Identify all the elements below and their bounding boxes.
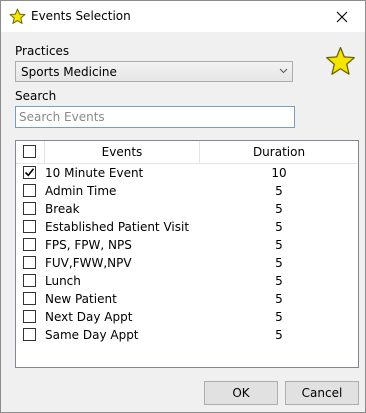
events-selection-dialog: Events Selection Practices Sports Medici…: [0, 0, 366, 413]
event-name: 10 Minute Event: [45, 166, 144, 180]
event-duration: 5: [275, 202, 283, 216]
row-checkbox[interactable]: [23, 202, 36, 215]
cancel-button[interactable]: Cancel: [285, 381, 359, 405]
event-duration: 5: [275, 184, 283, 198]
row-checkbox[interactable]: [23, 238, 36, 251]
checkmark-icon: [24, 168, 35, 177]
event-name: Lunch: [45, 274, 81, 288]
table-row[interactable]: New Patient 5: [16, 290, 358, 308]
table-header: Events Duration: [16, 141, 358, 164]
table-row[interactable]: Same Day Appt 5: [16, 326, 358, 344]
chevron-down-icon: [279, 68, 288, 74]
events-table: Events Duration 10 Minute Event 10 Admin…: [15, 140, 359, 368]
event-duration: 10: [271, 166, 287, 180]
event-duration: 5: [275, 238, 283, 252]
title-bar: Events Selection: [1, 1, 365, 32]
duration-column-label: Duration: [252, 145, 306, 159]
select-all-checkbox[interactable]: [23, 145, 36, 158]
event-name: Established Patient Visit: [45, 220, 190, 234]
event-name: FUV,FWW,NPV: [45, 256, 132, 270]
search-box: [15, 106, 295, 128]
table-row[interactable]: Lunch 5: [16, 272, 358, 290]
event-duration: 5: [275, 274, 283, 288]
row-checkbox[interactable]: [23, 310, 36, 323]
events-column-header[interactable]: Events: [45, 141, 200, 163]
star-icon: [9, 8, 26, 24]
event-duration: 5: [275, 220, 283, 234]
table-row[interactable]: Break 5: [16, 200, 358, 218]
row-checkbox[interactable]: [23, 220, 36, 233]
practices-dropdown[interactable]: Sports Medicine: [15, 61, 293, 82]
event-duration: 5: [275, 256, 283, 270]
event-duration: 5: [275, 292, 283, 306]
select-all-column: [16, 141, 45, 163]
practices-selected-value: Sports Medicine: [21, 65, 117, 79]
ok-button[interactable]: OK: [204, 381, 278, 405]
row-checkbox[interactable]: [23, 328, 36, 341]
event-duration: 5: [275, 328, 283, 342]
row-checkbox[interactable]: [23, 274, 36, 287]
table-row[interactable]: Admin Time 5: [16, 182, 358, 200]
close-icon: [336, 11, 348, 22]
practices-label: Practices: [15, 44, 70, 58]
event-name: Admin Time: [45, 184, 117, 198]
table-row[interactable]: FPS, FPW, NPS 5: [16, 236, 358, 254]
event-name: New Patient: [45, 292, 117, 306]
table-row[interactable]: 10 Minute Event 10: [16, 164, 358, 182]
row-checkbox[interactable]: [23, 292, 36, 305]
events-column-label: Events: [101, 145, 143, 159]
row-checkbox[interactable]: [23, 184, 36, 197]
row-checkbox[interactable]: [23, 256, 36, 269]
search-label: Search: [15, 89, 57, 103]
close-button[interactable]: [319, 1, 365, 32]
event-duration: 5: [275, 310, 283, 324]
row-checkbox[interactable]: [23, 166, 36, 179]
search-input[interactable]: [16, 107, 294, 127]
event-name: FPS, FPW, NPS: [45, 238, 132, 252]
table-row[interactable]: FUV,FWW,NPV 5: [16, 254, 358, 272]
table-row[interactable]: Next Day Appt 5: [16, 308, 358, 326]
table-row[interactable]: Established Patient Visit 5: [16, 218, 358, 236]
event-name: Same Day Appt: [45, 328, 139, 342]
event-name: Next Day Appt: [45, 310, 133, 324]
event-name: Break: [45, 202, 80, 216]
window-title: Events Selection: [31, 9, 131, 23]
duration-column-header[interactable]: Duration: [200, 141, 358, 163]
favorite-star-icon: [326, 46, 355, 75]
